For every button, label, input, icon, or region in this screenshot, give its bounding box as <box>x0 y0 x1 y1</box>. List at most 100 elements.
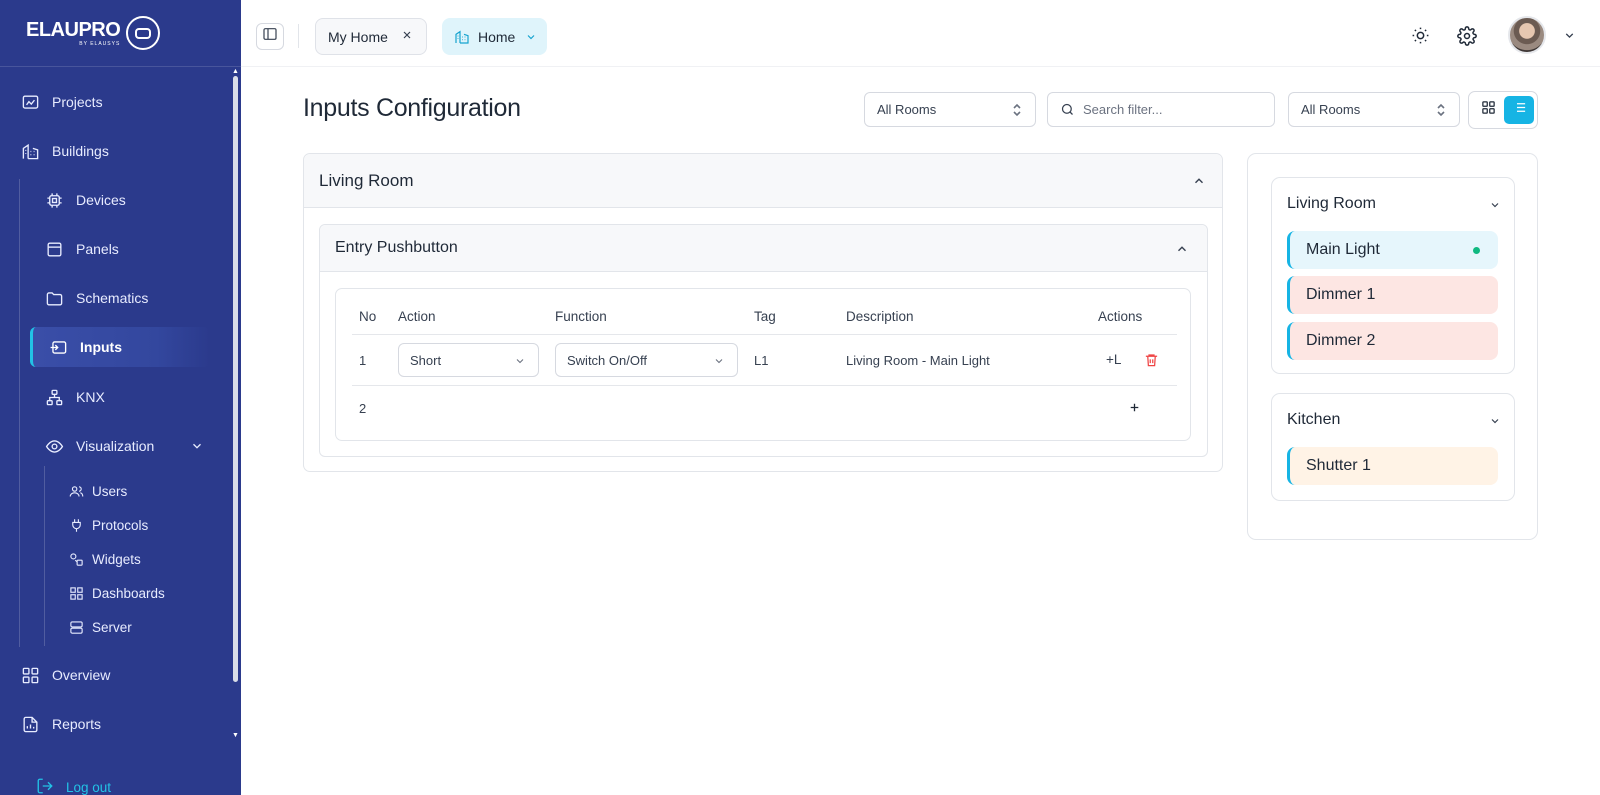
sidebar-item-label: Reports <box>52 716 102 732</box>
view-mode-toggle <box>1468 91 1538 129</box>
chevron-down-icon[interactable] <box>1489 199 1501 211</box>
search-input[interactable]: Search filter... <box>1047 92 1275 127</box>
sidebar-item-knx[interactable]: KNX <box>44 377 105 417</box>
device-item-shutter-1[interactable]: Shutter 1 <box>1287 447 1498 485</box>
sidebar-item-reports[interactable]: Reports <box>20 704 101 744</box>
tab-my-home[interactable]: My Home <box>315 18 427 55</box>
action-select-value: Short <box>410 352 442 368</box>
sidebar-item-visualization[interactable]: Visualization <box>44 426 204 466</box>
device-item-main-light[interactable]: Main Light <box>1287 231 1498 269</box>
chevron-down-icon[interactable] <box>1489 415 1501 427</box>
chevron-up-icon[interactable] <box>1192 174 1206 188</box>
chip-icon <box>44 190 64 210</box>
column-header-actions: Actions <box>1098 309 1143 324</box>
sidebar-item-schematics[interactable]: Schematics <box>44 278 148 318</box>
users-icon <box>68 483 84 499</box>
device-item-label: Dimmer 1 <box>1306 286 1376 303</box>
chevron-down-icon[interactable] <box>1563 29 1576 42</box>
chevron-down-icon <box>525 31 537 43</box>
sidebar-item-devices[interactable]: Devices <box>44 180 126 220</box>
sidebar-panel-icon <box>262 26 278 47</box>
grid-view-button[interactable] <box>1474 96 1502 124</box>
column-header-function: Function <box>555 309 607 324</box>
chevron-down-icon <box>514 355 526 367</box>
table-divider <box>352 385 1177 386</box>
grid-icon <box>20 665 40 685</box>
grid-icon <box>1481 100 1496 120</box>
chevron-down-icon[interactable] <box>190 439 204 456</box>
sidebar-item-label: Projects <box>52 94 103 110</box>
sidebar-item-inputs[interactable]: Inputs <box>30 327 210 367</box>
column-header-tag: Tag <box>754 309 776 324</box>
add-link-button[interactable]: +L <box>1106 352 1121 367</box>
dashboard-icon <box>68 585 84 601</box>
nav-tree-line <box>19 179 20 647</box>
sidebar-item-label: Visualization <box>76 438 155 454</box>
theme-toggle-sun-icon[interactable] <box>1411 26 1430 45</box>
eye-icon <box>44 436 64 456</box>
folder-icon <box>44 288 64 308</box>
top-bar: My Home Home <box>241 0 1600 67</box>
list-view-button[interactable] <box>1504 96 1534 124</box>
room-filter-select[interactable]: All Rooms <box>864 92 1036 127</box>
report-icon <box>20 714 40 734</box>
chevron-up-down-icon <box>1435 102 1447 118</box>
table-divider <box>352 334 1177 335</box>
room-card-header[interactable]: Living Room <box>304 154 1222 208</box>
logout-icon <box>36 777 54 795</box>
brand-badge-icon <box>126 16 161 50</box>
function-select[interactable]: Switch On/Off <box>555 343 738 377</box>
sidebar-item-label: Devices <box>76 192 126 208</box>
sidebar-item-buildings[interactable]: Buildings <box>20 131 109 171</box>
add-input-plus-icon[interactable] <box>1128 401 1141 414</box>
room-filter-select-2[interactable]: All Rooms <box>1288 92 1460 127</box>
tag-value: L1 <box>754 353 769 368</box>
close-icon[interactable] <box>401 28 413 44</box>
room-group-living-room: Living Room Main Light Dimmer 1 Dimmer 2 <box>1271 177 1515 374</box>
description-value: Living Room - Main Light <box>846 353 990 368</box>
sidebar-subitem-server[interactable]: Server <box>68 613 132 641</box>
sidebar-item-label: KNX <box>76 389 105 405</box>
device-item-dimmer-2[interactable]: Dimmer 2 <box>1287 322 1498 360</box>
sidebar-subitem-label: Protocols <box>92 517 149 533</box>
room-filter-value: All Rooms <box>1301 102 1361 117</box>
home-dropdown[interactable]: Home <box>442 18 547 55</box>
brand-logo[interactable]: ELAUPRO BY ELAUSYS <box>0 0 241 67</box>
sidebar-subitem-protocols[interactable]: Protocols <box>68 511 148 539</box>
logout-link[interactable]: Log out <box>36 777 111 795</box>
building-icon <box>454 29 470 45</box>
sidebar-subitem-users[interactable]: Users <box>68 477 127 505</box>
room-group-kitchen: Kitchen Shutter 1 <box>1271 393 1515 501</box>
scroll-up-arrow-icon[interactable]: ▲ <box>232 68 239 75</box>
home-dropdown-label: Home <box>478 28 516 45</box>
room-title: Living Room <box>319 170 414 190</box>
row-number: 2 <box>359 401 367 416</box>
sidebar-subitem-widgets[interactable]: Widgets <box>68 545 141 573</box>
device-card: Entry Pushbutton No Action Function Tag … <box>319 224 1208 457</box>
user-avatar[interactable] <box>1508 16 1546 54</box>
chevron-up-down-icon <box>1011 102 1023 118</box>
sidebar-item-overview[interactable]: Overview <box>20 655 110 695</box>
trash-icon[interactable] <box>1144 352 1159 368</box>
device-item-label: Dimmer 2 <box>1306 332 1376 349</box>
input-icon <box>48 337 68 357</box>
server-icon <box>68 619 84 635</box>
action-select[interactable]: Short <box>398 343 539 377</box>
scroll-down-arrow-icon[interactable]: ▼ <box>232 732 239 739</box>
sidebar-subitem-label: Widgets <box>92 551 141 567</box>
toolbar-divider <box>298 24 299 48</box>
sidebar-subitem-label: Dashboards <box>92 585 165 601</box>
sidebar-subitem-dashboards[interactable]: Dashboards <box>68 579 165 607</box>
device-item-dimmer-1[interactable]: Dimmer 1 <box>1287 276 1498 314</box>
sidebar-item-panels[interactable]: Panels <box>44 229 119 269</box>
sidebar-scrollbar[interactable] <box>233 76 238 682</box>
sidebar-item-label: Schematics <box>76 290 149 306</box>
device-card-header[interactable]: Entry Pushbutton <box>320 225 1207 272</box>
chevron-up-icon[interactable] <box>1175 242 1189 256</box>
plug-icon <box>68 517 84 533</box>
room-group-title: Living Room <box>1287 195 1376 212</box>
sidebar-item-projects[interactable]: Projects <box>20 82 103 122</box>
sidebar-subitem-label: Server <box>92 619 132 635</box>
settings-gear-icon[interactable] <box>1457 26 1477 46</box>
sidebar-toggle-button[interactable] <box>256 23 284 50</box>
